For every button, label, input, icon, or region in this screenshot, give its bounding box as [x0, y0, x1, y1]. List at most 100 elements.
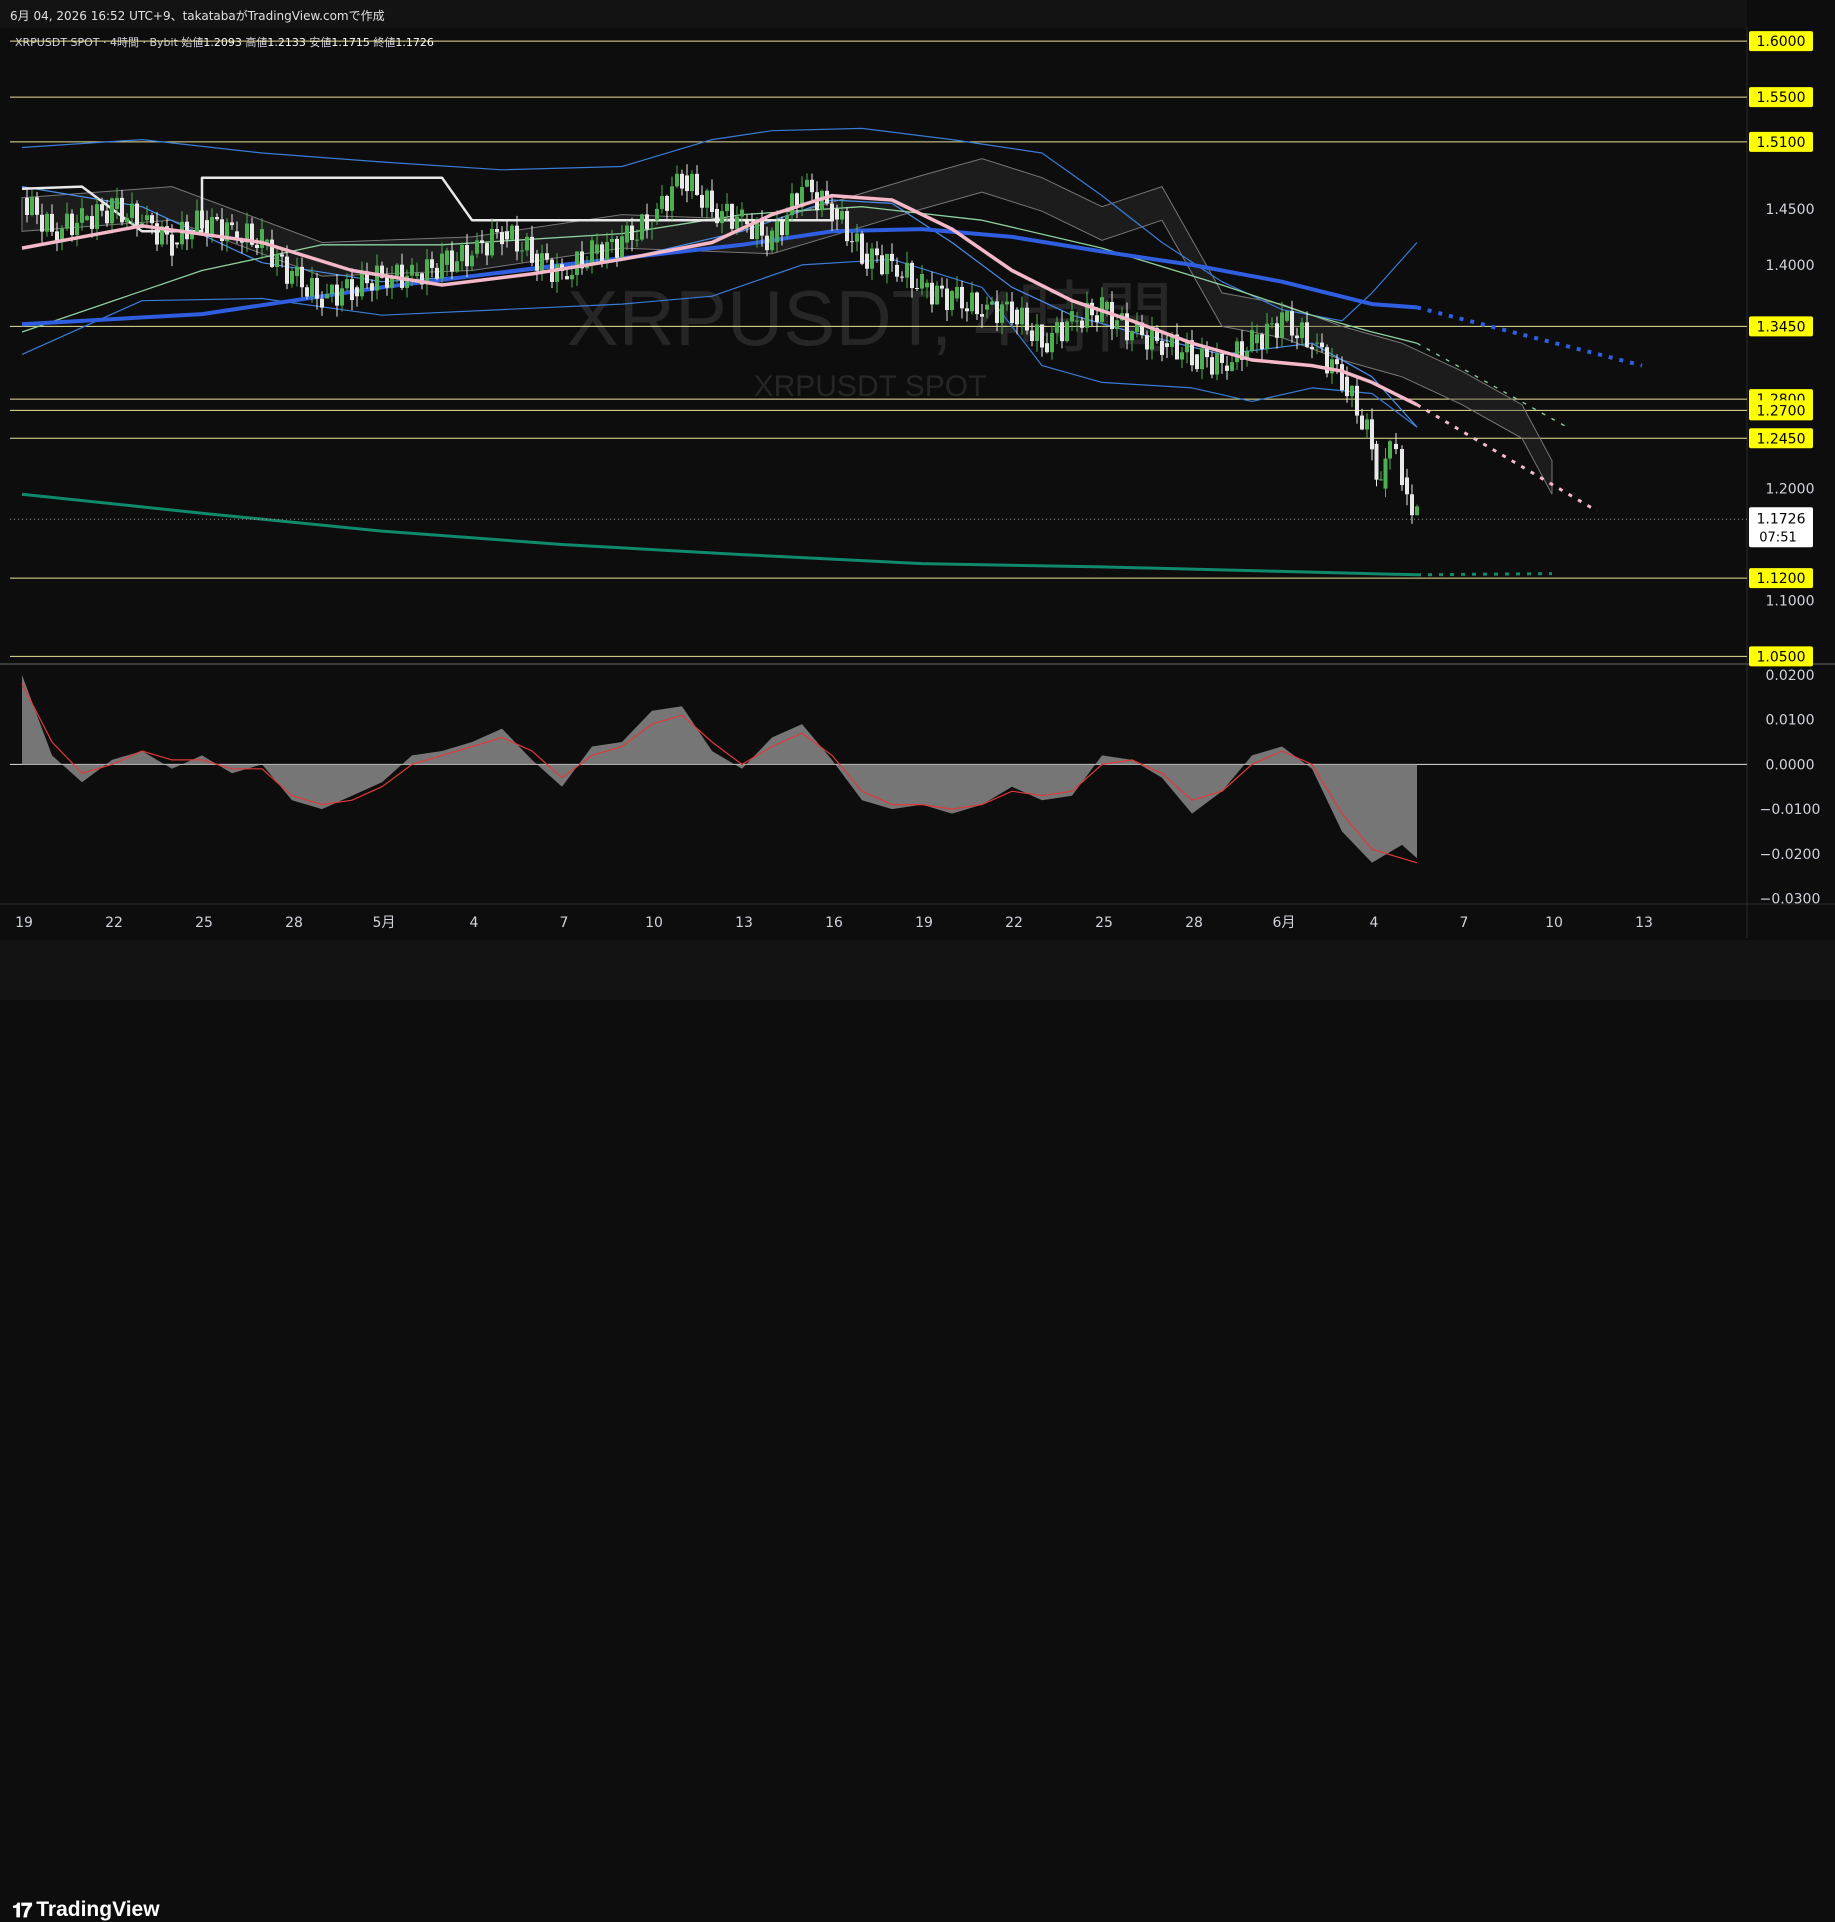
candle[interactable] — [730, 203, 734, 229]
candle[interactable] — [1030, 330, 1034, 342]
candle[interactable] — [955, 286, 959, 299]
candle[interactable] — [1275, 323, 1279, 338]
candle[interactable] — [290, 271, 294, 284]
candle[interactable] — [325, 294, 329, 299]
candle[interactable] — [400, 264, 404, 288]
candle[interactable] — [255, 244, 259, 248]
candle[interactable] — [1115, 320, 1119, 329]
candle[interactable] — [280, 254, 284, 257]
candle[interactable] — [175, 242, 179, 245]
candle[interactable] — [375, 265, 379, 291]
candle[interactable] — [695, 173, 699, 195]
candle[interactable] — [675, 173, 679, 187]
candle[interactable] — [900, 276, 904, 278]
candle[interactable] — [435, 267, 439, 279]
candle[interactable] — [770, 230, 774, 251]
candle[interactable] — [555, 264, 559, 282]
candle[interactable] — [295, 266, 299, 277]
candle[interactable] — [1150, 328, 1154, 350]
candle[interactable] — [300, 266, 304, 288]
candle[interactable] — [860, 233, 864, 264]
candle[interactable] — [855, 233, 859, 242]
candle[interactable] — [315, 277, 319, 299]
candle[interactable] — [865, 253, 869, 269]
candle[interactable] — [1000, 304, 1004, 323]
candle[interactable] — [920, 273, 924, 289]
candle[interactable] — [1265, 323, 1269, 350]
candle[interactable] — [650, 228, 654, 230]
candle[interactable] — [370, 283, 374, 291]
candle[interactable] — [885, 253, 889, 275]
candle[interactable] — [780, 221, 784, 236]
candle[interactable] — [810, 179, 814, 193]
candle[interactable] — [1355, 385, 1359, 416]
candle[interactable] — [35, 197, 39, 215]
candle[interactable] — [305, 287, 309, 297]
candle[interactable] — [70, 213, 74, 236]
candle[interactable] — [490, 228, 494, 256]
candle[interactable] — [950, 291, 954, 311]
candle[interactable] — [1320, 342, 1324, 348]
candle[interactable] — [975, 292, 979, 315]
chart-canvas[interactable]: XRPUSDT, 4時間XRPUSDT SPOTXRPUSDT SPOT · 4… — [0, 0, 1835, 1000]
tradingview-logo[interactable]: 𝟏𝟕 TradingView — [12, 1898, 160, 1922]
candle[interactable] — [725, 203, 729, 212]
candle[interactable] — [805, 179, 809, 187]
candle[interactable] — [1260, 334, 1264, 350]
candle[interactable] — [75, 222, 79, 236]
candle[interactable] — [590, 240, 594, 264]
candle[interactable] — [1255, 334, 1259, 344]
candle[interactable] — [775, 221, 779, 243]
candle[interactable] — [945, 288, 949, 311]
candle[interactable] — [1295, 335, 1299, 339]
candle[interactable] — [215, 216, 219, 220]
candle[interactable] — [985, 304, 989, 310]
candle[interactable] — [345, 279, 349, 289]
candle[interactable] — [1250, 330, 1254, 351]
candle[interactable] — [40, 214, 44, 232]
candle[interactable] — [130, 203, 134, 218]
candle[interactable] — [660, 196, 664, 209]
candle[interactable] — [875, 248, 879, 256]
candle[interactable] — [465, 244, 469, 267]
candle[interactable] — [145, 215, 149, 221]
candle[interactable] — [135, 203, 139, 229]
candle[interactable] — [615, 238, 619, 258]
candle[interactable] — [965, 308, 969, 312]
candle[interactable] — [745, 220, 749, 225]
candle[interactable] — [1379, 479, 1383, 481]
candle[interactable] — [475, 240, 479, 254]
candle[interactable] — [195, 210, 199, 233]
candle[interactable] — [790, 193, 794, 216]
candle[interactable] — [1365, 419, 1369, 430]
candle[interactable] — [1383, 458, 1388, 489]
candle[interactable] — [1165, 343, 1169, 347]
candle[interactable] — [85, 216, 89, 221]
candle[interactable] — [720, 211, 724, 224]
candle[interactable] — [25, 197, 29, 215]
candle[interactable] — [665, 196, 669, 211]
candle[interactable] — [1374, 443, 1379, 480]
candle[interactable] — [485, 243, 489, 256]
candle[interactable] — [1270, 323, 1274, 325]
candle[interactable] — [1060, 322, 1064, 342]
candle[interactable] — [470, 255, 474, 267]
candle[interactable] — [530, 236, 534, 263]
candle[interactable] — [310, 277, 314, 297]
candle[interactable] — [1340, 364, 1344, 391]
candle[interactable] — [625, 225, 629, 243]
candle[interactable] — [785, 215, 789, 236]
candle[interactable] — [570, 275, 574, 280]
candle[interactable] — [1145, 335, 1149, 350]
candle[interactable] — [80, 208, 84, 223]
candle[interactable] — [430, 259, 434, 268]
candle[interactable] — [450, 250, 454, 272]
candle[interactable] — [535, 253, 539, 271]
candle[interactable] — [1315, 342, 1319, 344]
candle[interactable] — [525, 236, 529, 251]
candle[interactable] — [1310, 346, 1314, 350]
candle[interactable] — [480, 240, 484, 244]
candle[interactable] — [760, 219, 764, 236]
candle[interactable] — [445, 250, 449, 265]
candle[interactable] — [110, 198, 114, 224]
